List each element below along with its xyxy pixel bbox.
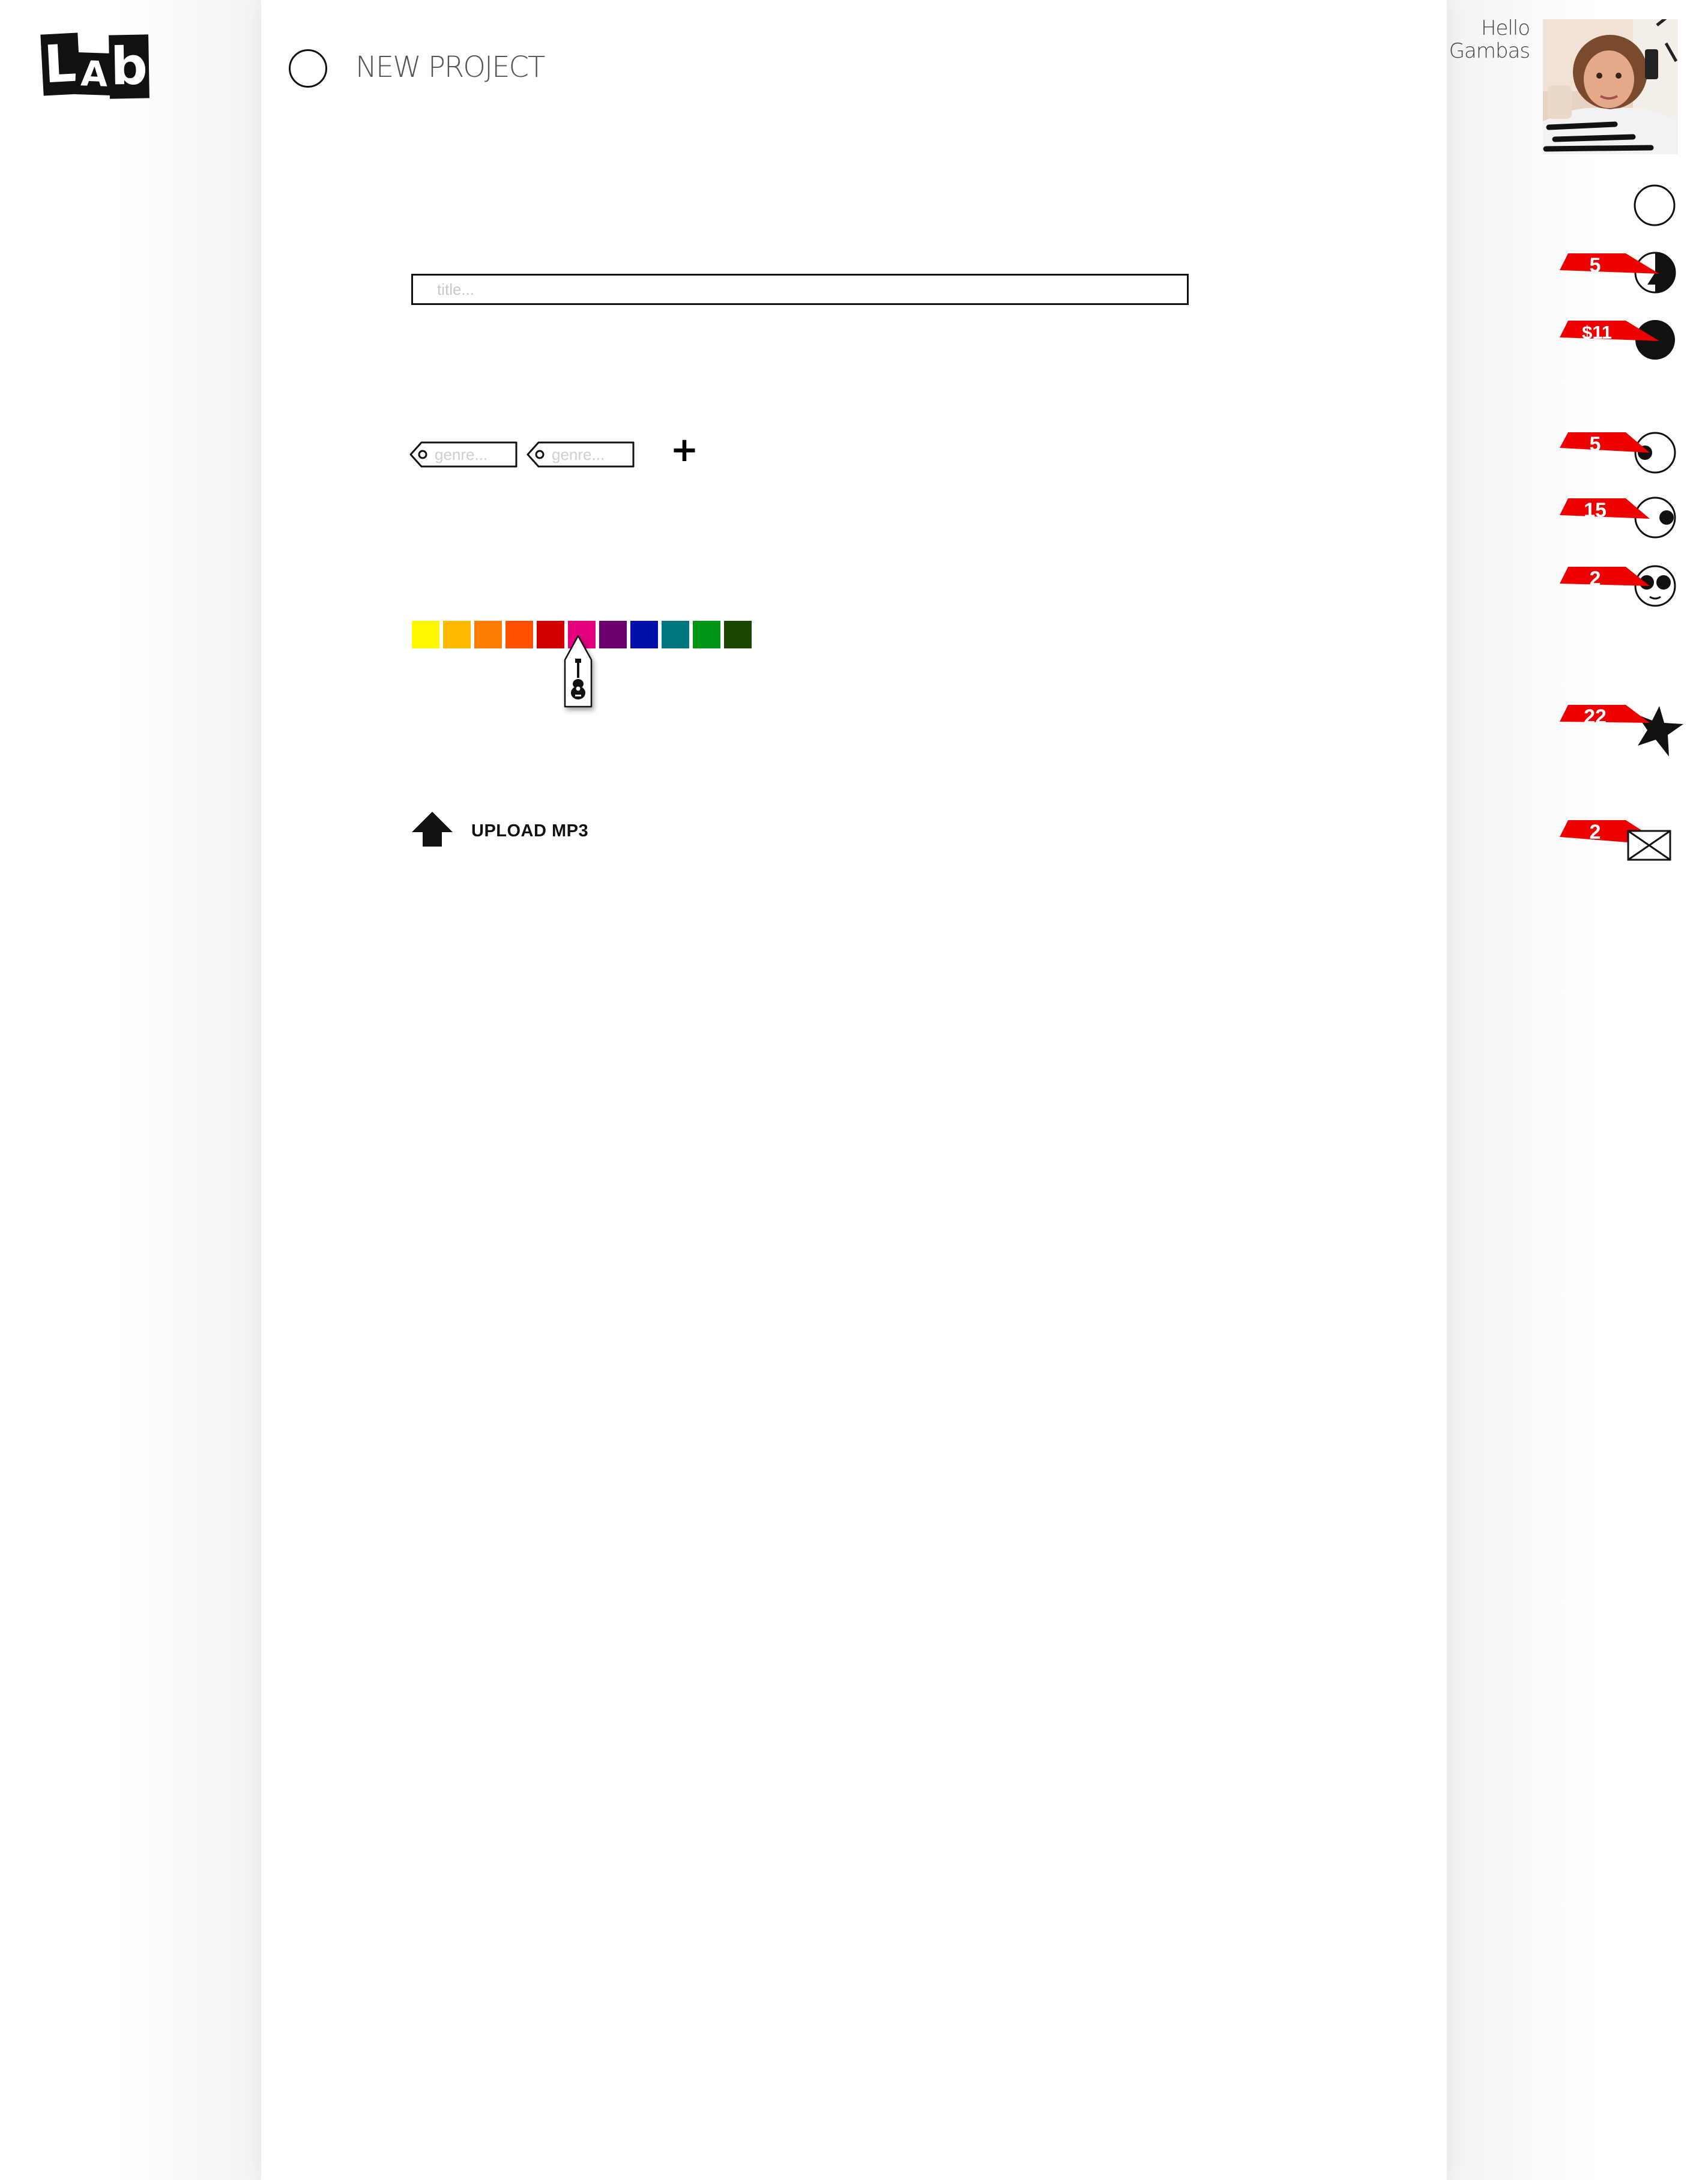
color-swatch-teal[interactable] — [662, 621, 689, 648]
genre-tag-2 — [525, 440, 636, 469]
add-genre-button[interactable]: + — [670, 433, 699, 467]
logo-letter-a: A — [74, 52, 114, 96]
page-title: NEW PROJECT — [355, 50, 545, 84]
status-item-empty[interactable] — [1633, 184, 1676, 230]
greeting-hello: Hello — [1480, 16, 1530, 40]
upload-mp3-button[interactable]: UPLOAD MP3 — [471, 821, 588, 841]
color-swatch-red[interactable] — [537, 621, 564, 648]
logo-letter-b: b — [109, 34, 149, 99]
empty-circle-icon — [1634, 184, 1676, 226]
status-badge-dot-right: 15 — [1584, 499, 1607, 522]
title-input[interactable] — [411, 274, 1189, 305]
color-swatch-yellow[interactable] — [412, 621, 439, 648]
status-badge-messages: 2 — [1589, 821, 1601, 844]
color-swatch-amber[interactable] — [443, 621, 471, 648]
color-swatch-orange[interactable] — [474, 621, 502, 648]
genre-tag-1 — [408, 440, 519, 469]
status-badge-star: 22 — [1584, 705, 1607, 728]
genre-input-2[interactable] — [551, 444, 630, 465]
selected-color-marker[interactable] — [563, 635, 593, 712]
status-badge-half: 5 — [1589, 254, 1601, 277]
left-sidebar — [0, 0, 261, 2180]
upload-arrow-icon[interactable] — [411, 811, 454, 851]
status-badge-face: 2 — [1589, 567, 1601, 590]
project-status-circle — [289, 49, 327, 88]
status-badge-dot-left: 5 — [1589, 433, 1601, 456]
color-swatch-green[interactable] — [693, 621, 720, 648]
color-swatch-dark-green[interactable] — [724, 621, 752, 648]
greeting-username: Gambas — [1449, 39, 1530, 63]
genre-input-1[interactable] — [433, 444, 513, 465]
color-swatch-purple[interactable] — [599, 621, 627, 648]
status-badge-full: $11 — [1581, 322, 1612, 343]
color-swatch-red-orange[interactable] — [505, 621, 533, 648]
user-avatar[interactable] — [1543, 19, 1678, 154]
user-greeting: Hello Gambas — [1449, 17, 1530, 62]
color-swatch-blue[interactable] — [630, 621, 658, 648]
main-panel — [261, 0, 1447, 2180]
